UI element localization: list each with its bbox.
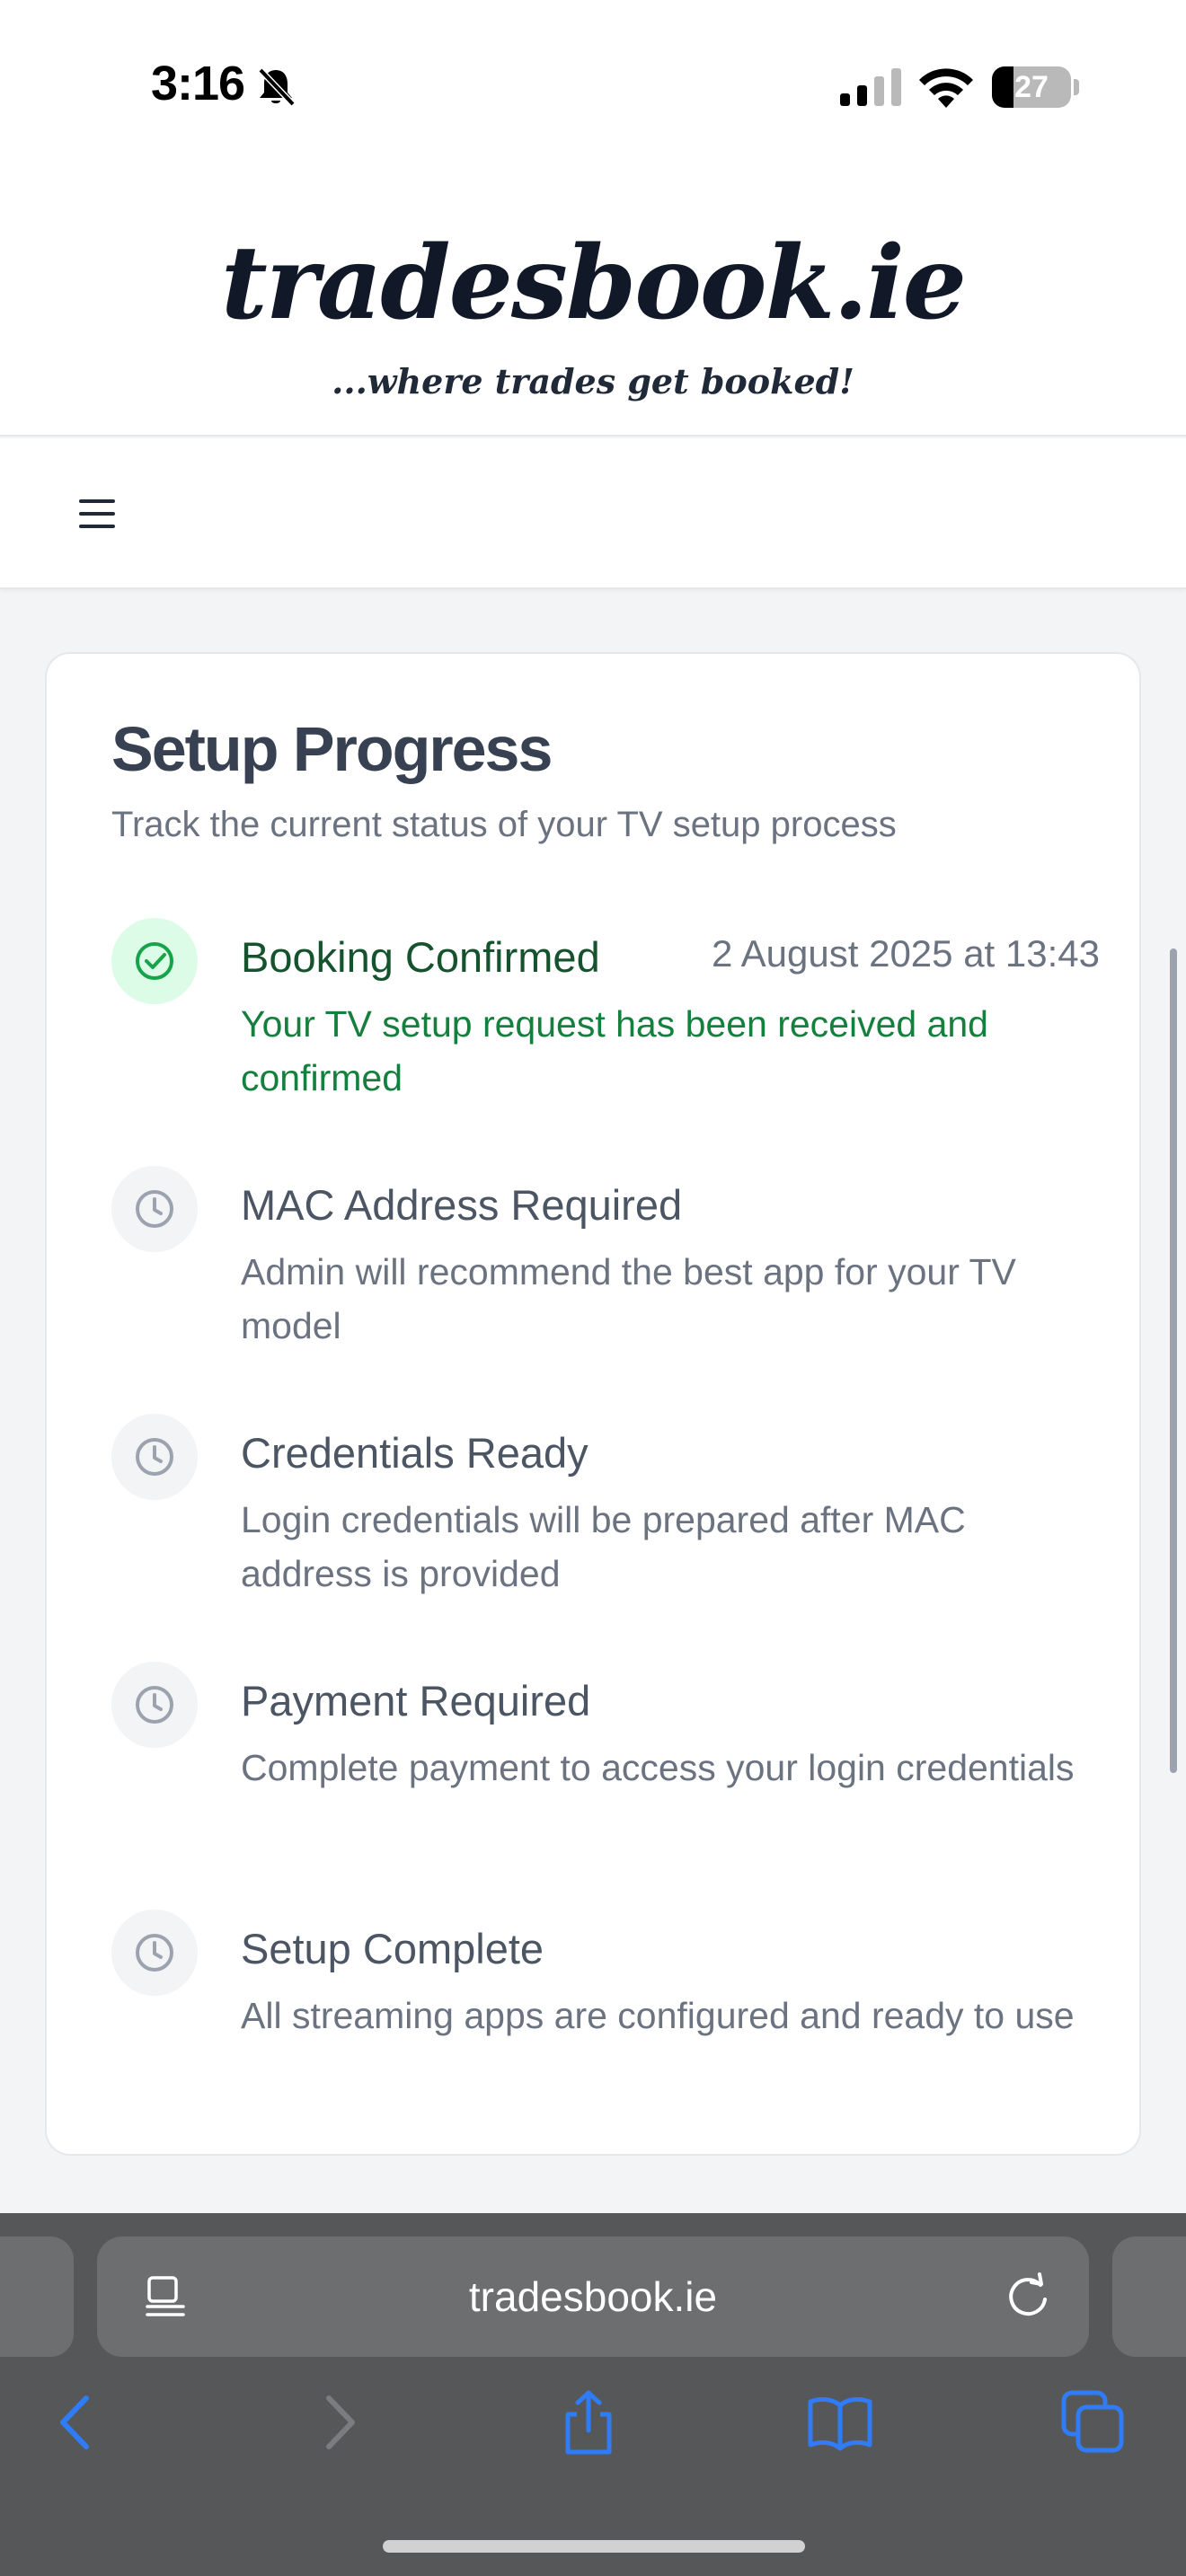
hamburger-menu-icon[interactable] xyxy=(79,499,115,528)
step-title: Credentials Ready xyxy=(241,1429,589,1477)
bell-slash-icon xyxy=(258,67,296,107)
cellular-signal-icon xyxy=(840,68,901,106)
site-logo[interactable]: tradesbook.ie xyxy=(0,225,1186,342)
status-bar: 3:16 27 xyxy=(0,0,1186,171)
status-time: 3:16 xyxy=(151,57,245,110)
step-description: Your TV setup request has been received … xyxy=(241,1003,988,1098)
card-title: Setup Progress xyxy=(111,714,553,784)
site-header: tradesbook.ie ...where trades get booked… xyxy=(0,171,1186,437)
nav-bar xyxy=(0,438,1186,589)
back-icon[interactable] xyxy=(45,2389,111,2456)
bookmarks-icon[interactable] xyxy=(807,2389,873,2456)
step-title: Booking Confirmed xyxy=(241,933,600,981)
step-description: Login credentials will be prepared after… xyxy=(241,1499,966,1594)
next-tab-preview[interactable] xyxy=(1112,2236,1186,2357)
screen: 3:16 27 tradesbook.ie ...where trades ge… xyxy=(0,0,1186,2576)
home-indicator[interactable] xyxy=(383,2540,805,2553)
step-title: Setup Complete xyxy=(241,1925,544,1972)
scrollbar[interactable] xyxy=(1170,948,1177,1773)
address-bar[interactable]: tradesbook.ie xyxy=(97,2236,1089,2357)
site-tagline: ...where trades get booked! xyxy=(332,361,854,401)
url-text[interactable]: tradesbook.ie xyxy=(97,2236,1089,2357)
reload-icon[interactable] xyxy=(1005,2272,1053,2321)
step-description: All streaming apps are configured and re… xyxy=(241,1995,1075,2036)
battery-icon: 27 xyxy=(992,66,1079,108)
step-description: Admin will recommend the best app for yo… xyxy=(241,1251,1016,1346)
clock-icon xyxy=(111,1662,198,1748)
setup-progress-card: Setup Progress Track the current status … xyxy=(45,652,1141,2156)
check-circle-icon xyxy=(111,918,198,1004)
battery-percent: 27 xyxy=(1014,70,1049,104)
share-icon[interactable] xyxy=(555,2389,622,2456)
wifi-icon xyxy=(919,68,973,108)
tabs-icon[interactable] xyxy=(1060,2389,1127,2456)
forward-icon[interactable] xyxy=(304,2389,370,2456)
card-subtitle: Track the current status of your TV setu… xyxy=(111,805,897,844)
clock-icon xyxy=(111,1414,198,1500)
step-title: Payment Required xyxy=(241,1677,591,1725)
step-title: MAC Address Required xyxy=(241,1181,683,1229)
step-date: 2 August 2025 at 13:43 xyxy=(711,932,1100,975)
clock-icon xyxy=(111,1166,198,1252)
clock-icon xyxy=(111,1910,198,1996)
step-description: Complete payment to access your login cr… xyxy=(241,1747,1075,1788)
previous-tab-preview[interactable] xyxy=(0,2236,74,2357)
